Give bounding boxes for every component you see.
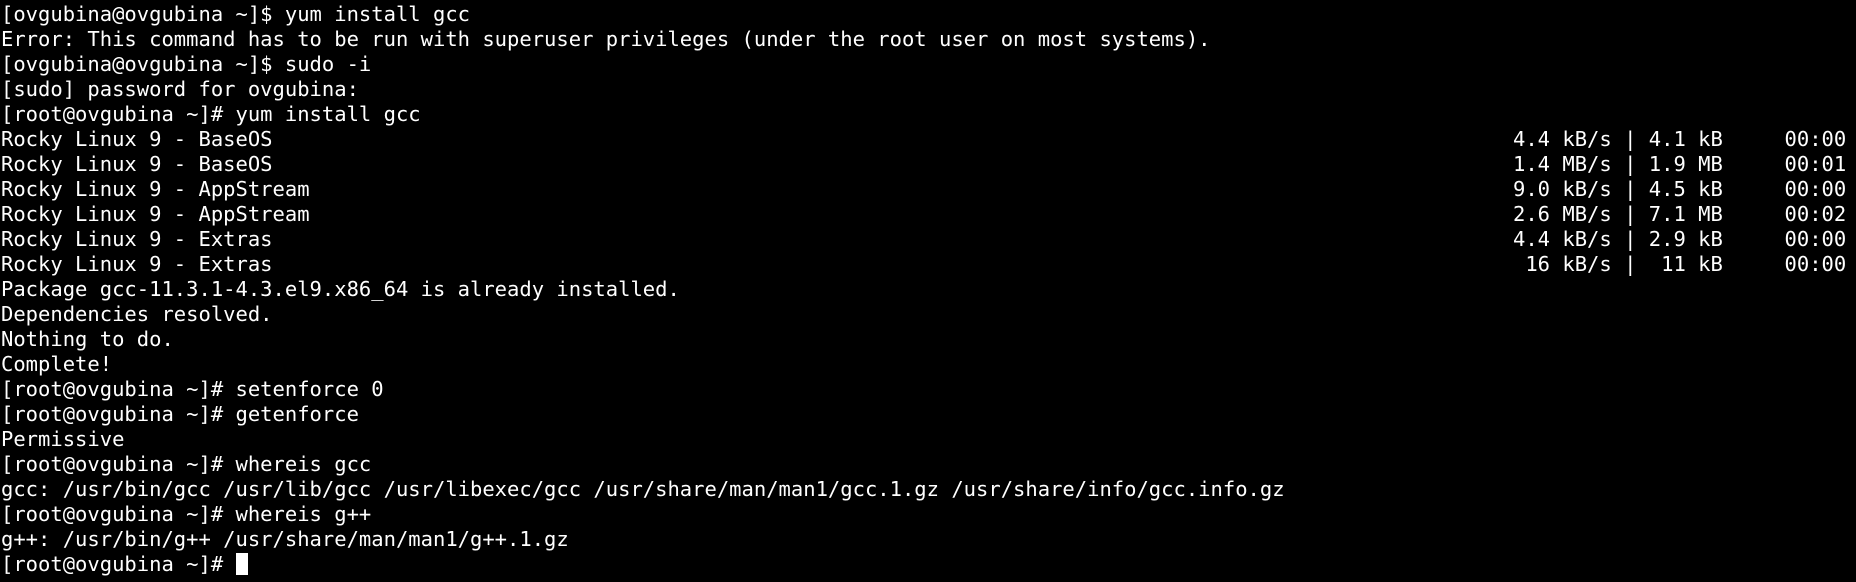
repo-stats: 9.0 kB/s | 4.5 kB 00:00: [1513, 177, 1847, 201]
repo-line: Rocky Linux 9 - AppStream 9.0 kB/s | 4.5…: [1, 177, 1856, 202]
repo-line: Rocky Linux 9 - BaseOS 1.4 MB/s | 1.9 MB…: [1, 152, 1856, 177]
terminal-line: Permissive: [1, 427, 125, 451]
repo-stats: 2.6 MB/s | 7.1 MB 00:02: [1513, 202, 1847, 226]
terminal-line: g++: /usr/bin/g++ /usr/share/man/man1/g+…: [1, 527, 569, 551]
repo-line: Rocky Linux 9 - Extras 4.4 kB/s | 2.9 kB…: [1, 227, 1856, 252]
repo-name: Rocky Linux 9 - Extras: [1, 227, 273, 251]
repo-name: Rocky Linux 9 - BaseOS: [1, 152, 273, 176]
terminal-line: [root@ovgubina ~]# setenforce 0: [1, 377, 384, 401]
shell-prompt: [root@ovgubina ~]#: [1, 552, 236, 576]
terminal-line: Error: This command has to be run with s…: [1, 27, 1211, 51]
terminal-line: Nothing to do.: [1, 327, 174, 351]
repo-name: Rocky Linux 9 - AppStream: [1, 202, 310, 226]
terminal-line: [sudo] password for ovgubina:: [1, 77, 359, 101]
repo-stats: 4.4 kB/s | 2.9 kB 00:00: [1513, 227, 1847, 251]
repo-name: Rocky Linux 9 - AppStream: [1, 177, 310, 201]
text-cursor: [235, 553, 248, 575]
repo-stats: 16 kB/s | 11 kB 00:00: [1513, 252, 1847, 276]
terminal-line: [root@ovgubina ~]# getenforce: [1, 402, 359, 426]
repo-name: Rocky Linux 9 - Extras: [1, 252, 273, 276]
terminal-line: [ovgubina@ovgubina ~]$ yum install gcc: [1, 2, 470, 26]
terminal-line: [ovgubina@ovgubina ~]$ sudo -i: [1, 52, 372, 76]
repo-stats: 1.4 MB/s | 1.9 MB 00:01: [1513, 152, 1847, 176]
repo-line: Rocky Linux 9 - AppStream 2.6 MB/s | 7.1…: [1, 202, 1856, 227]
terminal-line: Dependencies resolved.: [1, 302, 273, 326]
terminal-line: [root@ovgubina ~]# whereis gcc: [1, 452, 372, 476]
terminal-line: [root@ovgubina ~]# whereis g++: [1, 502, 372, 526]
terminal-line: Complete!: [1, 352, 113, 376]
repo-line: Rocky Linux 9 - Extras 16 kB/s | 11 kB 0…: [1, 252, 1856, 277]
command-prompt-line[interactable]: [root@ovgubina ~]#: [1, 552, 1856, 577]
repo-name: Rocky Linux 9 - BaseOS: [1, 127, 273, 151]
repo-stats: 4.4 kB/s | 4.1 kB 00:00: [1513, 127, 1847, 151]
terminal-line: gcc: /usr/bin/gcc /usr/lib/gcc /usr/libe…: [1, 477, 1285, 501]
terminal-line: [root@ovgubina ~]# yum install gcc: [1, 102, 421, 126]
terminal-window[interactable]: [ovgubina@ovgubina ~]$ yum install gcc E…: [0, 0, 1856, 582]
repo-line: Rocky Linux 9 - BaseOS 4.4 kB/s | 4.1 kB…: [1, 127, 1856, 152]
terminal-line: Package gcc-11.3.1-4.3.el9.x86_64 is alr…: [1, 277, 680, 301]
